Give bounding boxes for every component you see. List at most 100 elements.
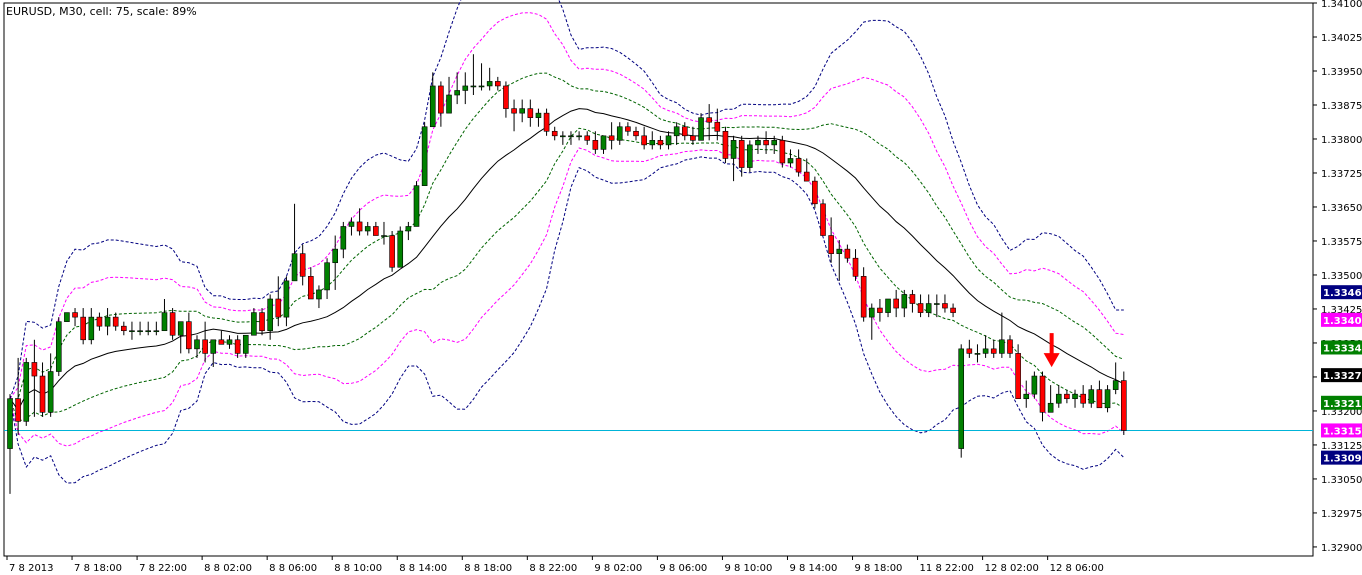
candle[interactable] (608, 122, 615, 150)
candle[interactable] (844, 244, 851, 263)
candle[interactable] (958, 344, 965, 458)
candle[interactable] (1121, 371, 1127, 435)
candle[interactable] (657, 135, 664, 150)
candle[interactable] (950, 303, 956, 318)
candle[interactable] (641, 126, 647, 150)
candle[interactable] (104, 308, 111, 336)
candle[interactable] (860, 267, 867, 322)
candle[interactable] (421, 122, 428, 186)
candle[interactable] (535, 108, 542, 127)
candle[interactable] (153, 321, 160, 336)
candle[interactable] (1039, 371, 1046, 422)
candle[interactable] (966, 339, 973, 358)
candle[interactable] (633, 126, 639, 141)
candle[interactable] (1015, 344, 1021, 400)
candle[interactable] (1031, 371, 1038, 399)
candle[interactable] (803, 158, 810, 182)
candle[interactable] (23, 357, 30, 426)
candle[interactable] (145, 321, 152, 336)
candle[interactable] (600, 135, 607, 154)
candle[interactable] (462, 72, 469, 105)
candle[interactable] (1080, 385, 1086, 408)
candle[interactable] (226, 335, 233, 349)
candle[interactable] (812, 176, 818, 209)
candle[interactable] (1023, 380, 1030, 408)
candle[interactable] (39, 362, 46, 417)
candle[interactable] (454, 72, 460, 105)
candle[interactable] (868, 303, 875, 340)
candle[interactable] (31, 339, 38, 417)
candle[interactable] (64, 312, 70, 322)
candle[interactable] (55, 317, 62, 377)
candle[interactable] (1007, 335, 1013, 358)
candle[interactable] (283, 276, 290, 327)
candle[interactable] (129, 321, 135, 340)
candle[interactable] (568, 131, 574, 145)
candle[interactable] (381, 221, 387, 245)
candle[interactable] (1112, 362, 1119, 395)
candle[interactable] (161, 298, 168, 332)
candle[interactable] (698, 113, 704, 141)
candle[interactable] (893, 289, 899, 318)
candle[interactable] (543, 108, 550, 136)
candle[interactable] (649, 131, 656, 150)
candle[interactable] (901, 289, 908, 318)
candle[interactable] (917, 294, 924, 318)
candle[interactable] (990, 339, 997, 358)
candle[interactable] (616, 122, 623, 145)
candle[interactable] (974, 344, 981, 363)
candle[interactable] (137, 321, 143, 336)
candle[interactable] (47, 353, 54, 417)
candle[interactable] (194, 335, 200, 358)
candle[interactable] (413, 181, 420, 227)
candle[interactable] (438, 81, 444, 127)
candle[interactable] (121, 321, 127, 336)
candle[interactable] (186, 312, 192, 354)
candle[interactable] (877, 298, 883, 322)
candle[interactable] (942, 294, 948, 313)
candle[interactable] (218, 330, 225, 345)
candle[interactable] (519, 99, 525, 123)
candle[interactable] (1055, 385, 1062, 408)
candle[interactable] (1072, 389, 1078, 408)
candle[interactable] (324, 258, 330, 299)
candle[interactable] (429, 72, 436, 128)
candle[interactable] (551, 126, 558, 141)
candle[interactable] (999, 312, 1005, 358)
candle[interactable] (72, 308, 78, 327)
candle[interactable] (169, 308, 176, 340)
candle[interactable] (1064, 389, 1070, 404)
candle[interactable] (251, 308, 257, 336)
candle[interactable] (397, 226, 404, 268)
candle[interactable] (560, 131, 566, 145)
candle[interactable] (1096, 380, 1103, 409)
candle[interactable] (909, 289, 916, 313)
candle[interactable] (242, 334, 249, 358)
candle[interactable] (112, 312, 119, 331)
candle[interactable] (527, 99, 534, 127)
candle[interactable] (747, 140, 753, 173)
candle[interactable] (332, 235, 339, 290)
candle[interactable] (234, 335, 241, 358)
candle[interactable] (478, 63, 485, 91)
candle[interactable] (96, 312, 103, 331)
candles[interactable] (7, 54, 1127, 494)
candle[interactable] (673, 122, 680, 145)
candle[interactable] (299, 244, 306, 286)
candle[interactable] (1104, 385, 1111, 413)
candle[interactable] (925, 294, 932, 318)
candle[interactable] (389, 230, 395, 272)
candle[interactable] (405, 221, 412, 241)
candle[interactable] (1047, 385, 1054, 413)
candle[interactable] (681, 122, 688, 141)
candle[interactable] (88, 308, 95, 345)
candle[interactable] (494, 76, 501, 91)
candle[interactable] (316, 285, 322, 309)
candle[interactable] (706, 104, 712, 141)
candle[interactable] (787, 149, 794, 168)
candle[interactable] (934, 294, 940, 318)
candle[interactable] (722, 126, 729, 164)
candle[interactable] (730, 135, 737, 182)
candle[interactable] (779, 135, 786, 168)
candle[interactable] (348, 217, 355, 236)
